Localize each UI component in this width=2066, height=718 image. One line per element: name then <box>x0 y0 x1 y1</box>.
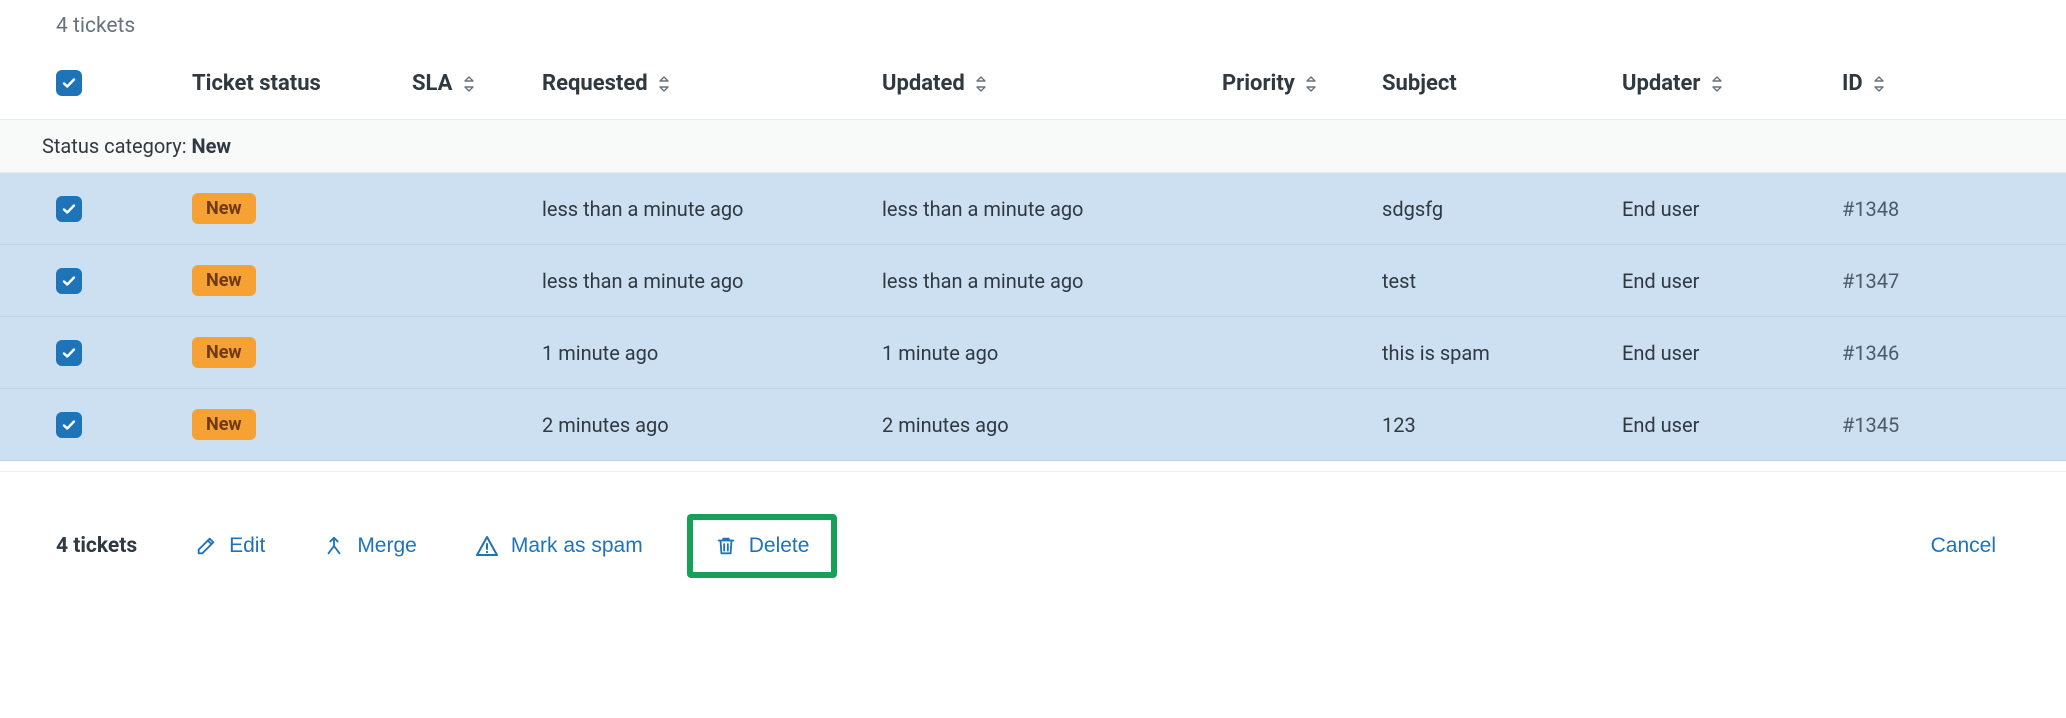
cell-subject: this is spam <box>1370 317 1610 389</box>
cell-priority <box>1210 389 1370 461</box>
header-updated-label: Updated <box>882 71 965 96</box>
group-label: Status category: <box>42 134 192 158</box>
cell-updated: 2 minutes ago <box>870 389 1210 461</box>
header-ticket-status-label: Ticket status <box>192 71 321 96</box>
cell-subject: sdgsfg <box>1370 173 1610 245</box>
cell-id: #1347 <box>1830 245 2066 317</box>
header-ticket-status[interactable]: Ticket status <box>180 56 400 120</box>
header-id-label: ID <box>1842 71 1863 96</box>
header-requested-label: Requested <box>542 71 648 96</box>
cell-updater: End user <box>1610 245 1830 317</box>
header-sla-label: SLA <box>412 71 452 96</box>
cell-requested: less than a minute ago <box>530 245 870 317</box>
sort-icon <box>462 75 476 93</box>
cell-priority <box>1210 317 1370 389</box>
table-row[interactable]: New 2 minutes ago 2 minutes ago 123 End … <box>0 389 2066 461</box>
selected-count: 4 tickets <box>56 534 137 558</box>
cell-updater: End user <box>1610 389 1830 461</box>
ticket-count-label: 4 tickets <box>0 0 2066 56</box>
cell-sla <box>400 245 530 317</box>
cell-updater: End user <box>1610 173 1830 245</box>
group-value: New <box>192 134 232 158</box>
cell-id: #1345 <box>1830 389 2066 461</box>
header-updater[interactable]: Updater <box>1610 56 1830 120</box>
delete-highlight: Delete <box>687 514 838 578</box>
header-subject-label: Subject <box>1382 71 1457 96</box>
warning-triangle-icon <box>475 534 499 558</box>
header-updater-label: Updater <box>1622 71 1700 96</box>
cell-requested: less than a minute ago <box>530 173 870 245</box>
tickets-table: Ticket status SLA Requested Updated Prio… <box>0 56 2066 461</box>
trash-icon <box>715 534 737 558</box>
mark-as-spam-button[interactable]: Mark as spam <box>461 524 657 568</box>
header-requested[interactable]: Requested <box>530 56 870 120</box>
cell-subject: test <box>1370 245 1610 317</box>
cell-requested: 1 minute ago <box>530 317 870 389</box>
merge-icon <box>323 535 345 557</box>
row-checkbox[interactable] <box>56 412 82 438</box>
merge-label: Merge <box>357 534 417 558</box>
cancel-button[interactable]: Cancel <box>1917 524 2010 568</box>
status-badge: New <box>192 337 256 368</box>
cell-priority <box>1210 173 1370 245</box>
cell-subject: 123 <box>1370 389 1610 461</box>
table-row[interactable]: New less than a minute ago less than a m… <box>0 245 2066 317</box>
sort-icon <box>657 75 671 93</box>
sort-icon <box>1710 75 1724 93</box>
sort-icon <box>1872 75 1886 93</box>
header-subject[interactable]: Subject <box>1370 56 1610 120</box>
edit-label: Edit <box>229 534 265 558</box>
sort-icon <box>1304 75 1318 93</box>
delete-label: Delete <box>749 534 810 558</box>
mark-as-spam-label: Mark as spam <box>511 534 643 558</box>
table-row[interactable]: New less than a minute ago less than a m… <box>0 173 2066 245</box>
status-badge: New <box>192 409 256 440</box>
cell-updated: less than a minute ago <box>870 173 1210 245</box>
cell-updated: less than a minute ago <box>870 245 1210 317</box>
header-select-all <box>0 56 180 120</box>
cell-requested: 2 minutes ago <box>530 389 870 461</box>
cell-id: #1348 <box>1830 173 2066 245</box>
cell-sla <box>400 389 530 461</box>
select-all-checkbox[interactable] <box>56 70 82 96</box>
row-checkbox[interactable] <box>56 340 82 366</box>
row-checkbox[interactable] <box>56 196 82 222</box>
table-row[interactable]: New 1 minute ago 1 minute ago this is sp… <box>0 317 2066 389</box>
status-badge: New <box>192 265 256 296</box>
header-priority[interactable]: Priority <box>1210 56 1370 120</box>
cell-sla <box>400 173 530 245</box>
delete-button[interactable]: Delete <box>701 524 824 568</box>
cell-updater: End user <box>1610 317 1830 389</box>
sort-icon <box>974 75 988 93</box>
pencil-icon <box>195 535 217 557</box>
ticket-list-view: 4 tickets Ticket status SLA Requested <box>0 0 2066 598</box>
cell-sla <box>400 317 530 389</box>
cell-updated: 1 minute ago <box>870 317 1210 389</box>
header-updated[interactable]: Updated <box>870 56 1210 120</box>
cell-priority <box>1210 245 1370 317</box>
merge-button[interactable]: Merge <box>309 524 431 568</box>
group-header-row: Status category: New <box>0 120 2066 173</box>
table-header-row: Ticket status SLA Requested Updated Prio… <box>0 56 2066 120</box>
header-sla[interactable]: SLA <box>400 56 530 120</box>
row-checkbox[interactable] <box>56 268 82 294</box>
cell-id: #1346 <box>1830 317 2066 389</box>
edit-button[interactable]: Edit <box>181 524 279 568</box>
header-id[interactable]: ID <box>1830 56 2066 120</box>
header-priority-label: Priority <box>1222 71 1295 96</box>
status-badge: New <box>192 193 256 224</box>
bulk-action-bar: 4 tickets Edit Merge Mark as spam <box>0 471 2066 598</box>
